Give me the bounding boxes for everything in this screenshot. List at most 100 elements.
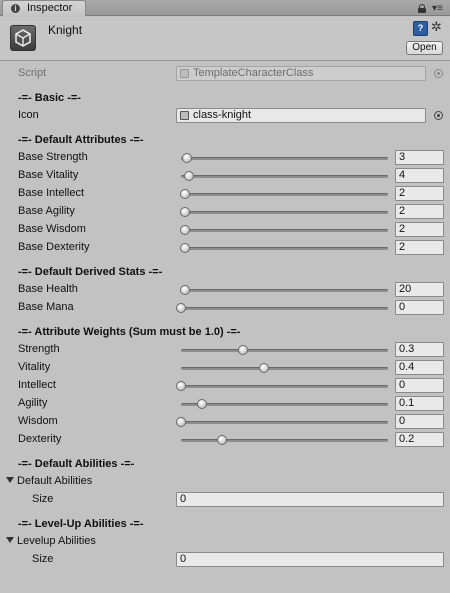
value-input[interactable]: 0: [395, 414, 444, 429]
icon-row: Icon class-knight: [0, 107, 450, 125]
menu-icon[interactable]: ▾≡: [432, 3, 444, 13]
slider-thumb[interactable]: [180, 243, 191, 253]
section-title: -=- Basic -=-: [18, 92, 81, 104]
slider-row: Base Agility 2: [0, 203, 450, 221]
slider-track[interactable]: [181, 349, 388, 352]
slider-thumb[interactable]: [176, 381, 186, 391]
slider-label: Base Agility: [18, 205, 75, 217]
slider-thumb[interactable]: [176, 417, 186, 427]
value-input[interactable]: 20: [395, 282, 444, 297]
foldout-label: Levelup Abilities: [6, 535, 96, 547]
slider-track[interactable]: [181, 229, 388, 232]
slider-label: Strength: [18, 343, 60, 355]
icon-label: Icon: [18, 109, 39, 121]
value-input[interactable]: 0.4: [395, 360, 444, 375]
slider-thumb[interactable]: [184, 171, 195, 181]
slider-row: Vitality 0.4: [0, 359, 450, 377]
open-button[interactable]: Open: [406, 41, 443, 55]
slider-track[interactable]: [181, 307, 388, 310]
script-label: Script: [18, 67, 47, 79]
foldout-arrow-icon: [6, 537, 14, 543]
slider-label: Wisdom: [18, 415, 58, 427]
slider-track[interactable]: [181, 175, 388, 178]
slider-thumb[interactable]: [180, 189, 191, 199]
slider-thumb[interactable]: [180, 285, 191, 295]
slider-label: Dexterity: [18, 433, 62, 445]
script-row: Script TemplateCharacterClass: [0, 65, 450, 83]
object-picker-icon: [434, 69, 443, 78]
slider-track[interactable]: [181, 247, 388, 250]
value-input[interactable]: 0.2: [395, 432, 444, 447]
levelup-abilities-size-row: Size 0: [0, 551, 450, 569]
slider-track[interactable]: [181, 439, 388, 442]
help-book-icon[interactable]: ?: [413, 21, 428, 36]
slider-label: Vitality: [18, 361, 51, 373]
value-input[interactable]: 0: [395, 378, 444, 393]
slider-label: Intellect: [18, 379, 56, 391]
value-input[interactable]: 2: [395, 186, 444, 201]
section-title: -=- Default Derived Stats -=-: [18, 266, 163, 278]
value-input[interactable]: 4: [395, 168, 444, 183]
icon-field[interactable]: class-knight: [176, 108, 426, 123]
size-label: Size: [32, 553, 54, 565]
info-icon: i: [11, 4, 20, 13]
slider-track[interactable]: [181, 289, 388, 292]
slider-row: Wisdom 0: [0, 413, 450, 431]
script-field: TemplateCharacterClass: [176, 66, 426, 81]
slider-row: Base Strength 3: [0, 149, 450, 167]
slider-label: Base Vitality: [18, 169, 79, 181]
slider-label: Agility: [18, 397, 48, 409]
slider-row: Base Mana 0: [0, 299, 450, 317]
slider-label: Base Dexterity: [18, 241, 90, 253]
slider-thumb[interactable]: [176, 303, 186, 313]
tab-inspector[interactable]: i Inspector: [2, 0, 86, 16]
value-input[interactable]: 0.1: [395, 396, 444, 411]
slider-label: Base Strength: [18, 151, 88, 163]
value-input[interactable]: 0.3: [395, 342, 444, 357]
tab-label: Inspector: [27, 2, 73, 14]
lock-icon[interactable]: [418, 3, 426, 13]
value-input[interactable]: 2: [395, 204, 444, 219]
section-title: -=- Default Abilities -=-: [18, 458, 135, 470]
slider-thumb[interactable]: [182, 153, 193, 163]
slider-track[interactable]: [181, 157, 388, 160]
slider-thumb[interactable]: [217, 435, 228, 445]
value-input[interactable]: 2: [395, 222, 444, 237]
foldout-label: Default Abilities: [6, 475, 92, 487]
size-input[interactable]: 0: [176, 552, 444, 567]
slider-track[interactable]: [181, 385, 388, 388]
default-abilities-size-row: Size 0: [0, 491, 450, 509]
slider-track[interactable]: [181, 211, 388, 214]
slider-track[interactable]: [181, 403, 388, 406]
slider-label: Base Wisdom: [18, 223, 86, 235]
tab-bar: i Inspector ▾≡: [0, 0, 450, 16]
gear-icon[interactable]: ✲: [431, 20, 442, 34]
size-input[interactable]: 0: [176, 492, 444, 507]
value-input[interactable]: 0: [395, 300, 444, 315]
section-title: -=- Default Attributes -=-: [18, 134, 144, 146]
slider-thumb[interactable]: [258, 363, 269, 373]
slider-label: Base Health: [18, 283, 78, 295]
slider-row: Dexterity 0.2: [0, 431, 450, 449]
value-input[interactable]: 2: [395, 240, 444, 255]
section-title: -=- Attribute Weights (Sum must be 1.0) …: [18, 326, 241, 338]
levelup-abilities-foldout[interactable]: Levelup Abilities: [0, 533, 450, 551]
slider-thumb[interactable]: [180, 207, 191, 217]
default-abilities-foldout[interactable]: Default Abilities: [0, 473, 450, 491]
value-input[interactable]: 3: [395, 150, 444, 165]
slider-label: Base Mana: [18, 301, 74, 313]
slider-label: Base Intellect: [18, 187, 85, 199]
slider-track[interactable]: [181, 193, 388, 196]
slider-thumb[interactable]: [180, 225, 191, 235]
slider-track[interactable]: [181, 421, 388, 424]
slider-thumb[interactable]: [196, 399, 207, 409]
slider-row: Base Intellect 2: [0, 185, 450, 203]
slider-track[interactable]: [181, 367, 388, 370]
slider-thumb[interactable]: [238, 345, 249, 355]
section-title: -=- Level-Up Abilities -=-: [18, 518, 144, 530]
sprite-icon: [180, 111, 189, 120]
slider-row: Strength 0.3: [0, 341, 450, 359]
object-picker-icon[interactable]: [434, 111, 443, 120]
slider-row: Base Wisdom 2: [0, 221, 450, 239]
slider-row: Intellect 0: [0, 377, 450, 395]
